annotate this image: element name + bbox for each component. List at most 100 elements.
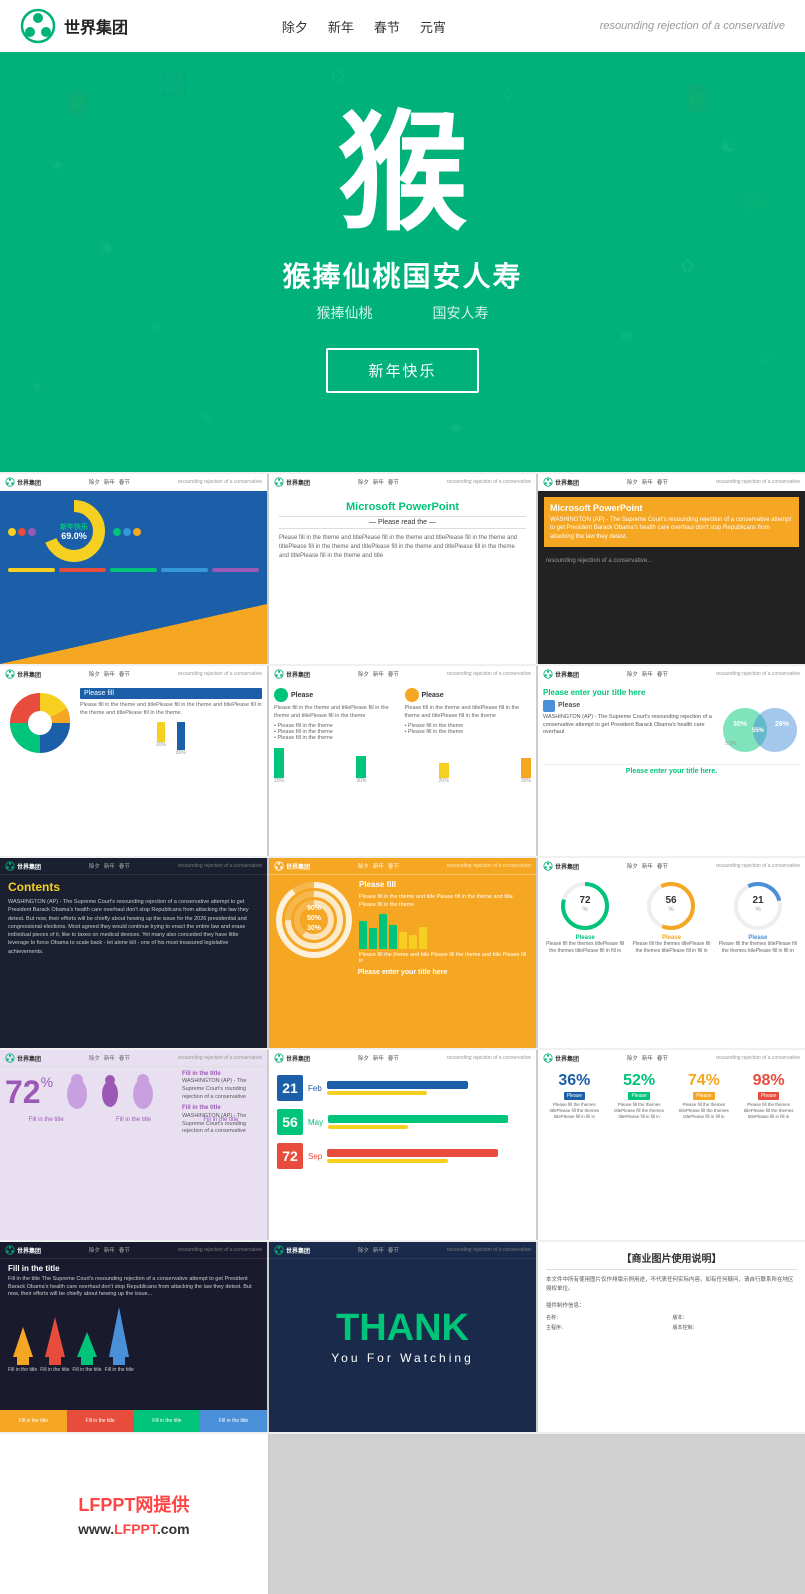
lfppt-content: LFPPT网提供 www.LFPPT.com: [0, 1434, 268, 1594]
svg-text:55%: 55%: [752, 728, 765, 734]
slide-8-bar-chart: [359, 914, 531, 949]
contents-title: Contents: [8, 880, 259, 894]
slide-10: 世界集团 除夕新年春节 resounding rejection of a co…: [0, 1050, 267, 1240]
svg-text:72: 72: [580, 895, 592, 906]
slide-14: 世界集团 除夕新年春节 resounding rejection of a co…: [269, 1242, 536, 1432]
stat-21: 21 % Please Please fill the themes title…: [717, 881, 799, 954]
slide-5-col1: Please Please fill in the theme and titl…: [274, 688, 401, 741]
ms-sub: — Please read the —: [279, 516, 526, 529]
svg-text:26%: 26%: [775, 721, 790, 728]
slide-9-header: 世界集团 除夕新年春节 resounding rejection of a co…: [538, 858, 805, 875]
slide-5-content: Please Please fill in the theme and titl…: [269, 683, 536, 789]
please-fill-tag: Please fill: [80, 688, 262, 699]
venn-diagram: 30% 26% 55% 5.5%: [720, 700, 800, 760]
svg-text:30%: 30%: [733, 721, 748, 728]
bar-feb: [327, 1081, 528, 1095]
slide-13-content: Fill in the title Fill in the title The …: [0, 1259, 267, 1381]
slide-13-header: 世界集团 除夕新年春节 resounding rejection of a co…: [0, 1242, 267, 1259]
slide-15: 【商业图片使用说明】 本文件中所有使用图片仅作排版示例用途，不代表任何实际内容。…: [538, 1242, 805, 1432]
please-enter-title: Please enter your title here: [543, 688, 800, 697]
slide-8-header: 世界集团 除夕新年春节 resounding rejection of a co…: [269, 858, 536, 875]
slide-11: 世界集团 除夕新年春节 resounding rejection of a co…: [269, 1050, 536, 1240]
nav-item-1[interactable]: 新年: [328, 17, 354, 36]
slide-4-bars: 20% 80%: [80, 722, 262, 756]
month-sep: Sep: [308, 1152, 322, 1161]
svg-text:◈: ◈: [450, 419, 463, 432]
empty-area: [270, 1434, 805, 1594]
slide-4-content: Please fill Please fill in the theme and…: [0, 683, 267, 763]
svg-text:30%: 30%: [307, 925, 322, 932]
slide-grid-row3: 世界集团 除夕新年春节 resounding rejection of a co…: [0, 858, 805, 1048]
nav-item-3[interactable]: 元宵: [420, 17, 446, 36]
slide-3: 世界集团 除夕新年春节 resounding rejection of a co…: [538, 474, 805, 664]
slide-3-footer: resounding rejection of a conservative..…: [538, 553, 805, 569]
slide-1-header: 世界集团 除夕新年春节 resounding rejection of a co…: [0, 474, 267, 491]
ms-body: Please fill in the theme and titlePlease…: [279, 534, 526, 561]
stat-56: 56 % Please Please fill the themes title…: [630, 881, 712, 954]
nav-item-0[interactable]: 除夕: [282, 17, 308, 36]
slide-5: 世界集团 除夕新年春节 resounding rejection of a co…: [269, 666, 536, 856]
slide-3-orange-box: Microsoft PowerPoint WASHINGTON (AP) - T…: [544, 497, 799, 547]
slide-9: 世界集团 除夕新年春节 resounding rejection of a co…: [538, 858, 805, 1048]
slide-5-col2: Please Please fill in the theme and titl…: [405, 688, 532, 741]
slide-13-arrows: Fill in the title Fill in the title Fill…: [8, 1304, 259, 1376]
stat-98: 98% Please Please fill the themes titleP…: [737, 1072, 800, 1120]
bar-sep: [327, 1149, 528, 1163]
svg-text:✶: ✶: [30, 379, 43, 396]
svg-text:%: %: [582, 907, 588, 913]
header-tagline: resounding rejection of a conservative: [600, 20, 785, 32]
slide-10-text: Fill in the title WASHINGTON (AP) - The …: [182, 1070, 262, 1136]
slide-7-content: Contents WASHINGTON (AP) - The Supreme C…: [0, 875, 267, 961]
logo-area: 世界集团: [20, 8, 128, 44]
hero-subtitle-right: 国安人寿: [433, 303, 489, 323]
72-percent: %: [41, 1074, 53, 1090]
stat-72: 72 % Please Please fill the themes title…: [544, 881, 626, 954]
slide-4: 世界集团 除夕新年春节 resounding rejection of a co…: [0, 666, 267, 856]
slide-1: 世界集团 除夕新年春节 resounding rejection of a co…: [0, 474, 267, 664]
date-72: 72: [277, 1143, 303, 1169]
slide-15-content: 【商业图片使用说明】 本文件中所有使用图片仅作排版示例用途，不代表任何实际内容。…: [538, 1242, 805, 1340]
please-enter-title2: Please enter your title here.: [543, 764, 800, 775]
svg-text:21: 21: [752, 895, 764, 906]
nav-links: 除夕 新年 春节 元宵: [282, 17, 446, 36]
nav-item-2[interactable]: 春节: [374, 17, 400, 36]
svg-text:新年快乐: 新年快乐: [60, 522, 88, 531]
slide-12: 世界集团 除夕新年春节 resounding rejection of a co…: [538, 1050, 805, 1240]
business-body: 本文件中所有使用图片仅作排版示例用途，不代表任何实际内容。如有任何疑问，请自行联…: [546, 1276, 797, 1332]
svg-text:❃: ❃: [620, 329, 633, 346]
hero-subtitle-left: 猴捧仙桃: [317, 303, 373, 323]
stat-36: 36% Please Please fill the themes titleP…: [543, 1072, 606, 1120]
stat-74: 74% Please Please fill the themes titleP…: [673, 1072, 736, 1120]
lfppt-line1: LFPPT网提供: [78, 1491, 189, 1517]
radial-chart: 90% 50% 30%: [274, 880, 354, 960]
slide-2-header: 世界集团 除夕新年春节 resounding rejection of a co…: [269, 474, 536, 491]
thank-text: THANK: [336, 1309, 469, 1347]
bar-may: [328, 1115, 528, 1129]
slide-7-text: WASHINGTON (AP) - The Supreme Court's re…: [8, 898, 259, 956]
stat-52: 52% Please Please fill the themes titleP…: [608, 1072, 671, 1120]
big-72: 72: [5, 1076, 41, 1108]
svg-text:◎: ◎: [760, 349, 772, 365]
slide-8: 世界集团 除夕新年春节 resounding rejection of a co…: [269, 858, 536, 1048]
slide-14-content: THANK You For Watching: [269, 1259, 536, 1414]
svg-text:%: %: [669, 907, 675, 913]
slide-12-header: 世界集团 除夕新年春节 resounding rejection of a co…: [538, 1050, 805, 1067]
s1-left-dots: [8, 528, 36, 536]
slide-11-header: 世界集团 除夕新年春节 resounding rejection of a co…: [269, 1050, 536, 1067]
slide-grid-row6: LFPPT网提供 www.LFPPT.com: [0, 1434, 805, 1594]
hero-section: 🏮 🎆 🧧 ☯ ✦ 🎋 ◉ ✿ ⊕ ❃ ◎ ✶ ⊙ ✧ ◈ ⊛ 猴 猴捧仙桃国安…: [0, 52, 805, 472]
slide-grid-row4: 世界集团 除夕新年春节 resounding rejection of a co…: [0, 1050, 805, 1240]
ms-title: Microsoft PowerPoint: [279, 501, 526, 513]
slide-14-header: 世界集团 除夕新年春节 resounding rejection of a co…: [269, 1242, 536, 1259]
date-21: 21: [277, 1075, 303, 1101]
slide-grid-row1: 世界集团 除夕新年春节 resounding rejection of a co…: [0, 474, 805, 664]
lfppt-url: www.LFPPT.com: [78, 1521, 190, 1537]
hero-char: 猴: [20, 102, 785, 245]
slide-4-header: 世界集团 除夕新年春节 resounding rejection of a co…: [0, 666, 267, 683]
fill-title-13: Fill in the title: [8, 1264, 259, 1273]
you-for-watching: You For Watching: [331, 1351, 474, 1365]
slide-6: 世界集团 除夕新年春节 resounding rejection of a co…: [538, 666, 805, 856]
slide-13: 世界集团 除夕新年春节 resounding rejection of a co…: [0, 1242, 267, 1432]
hero-btn[interactable]: 新年快乐: [326, 348, 478, 393]
svg-text:56: 56: [666, 895, 678, 906]
